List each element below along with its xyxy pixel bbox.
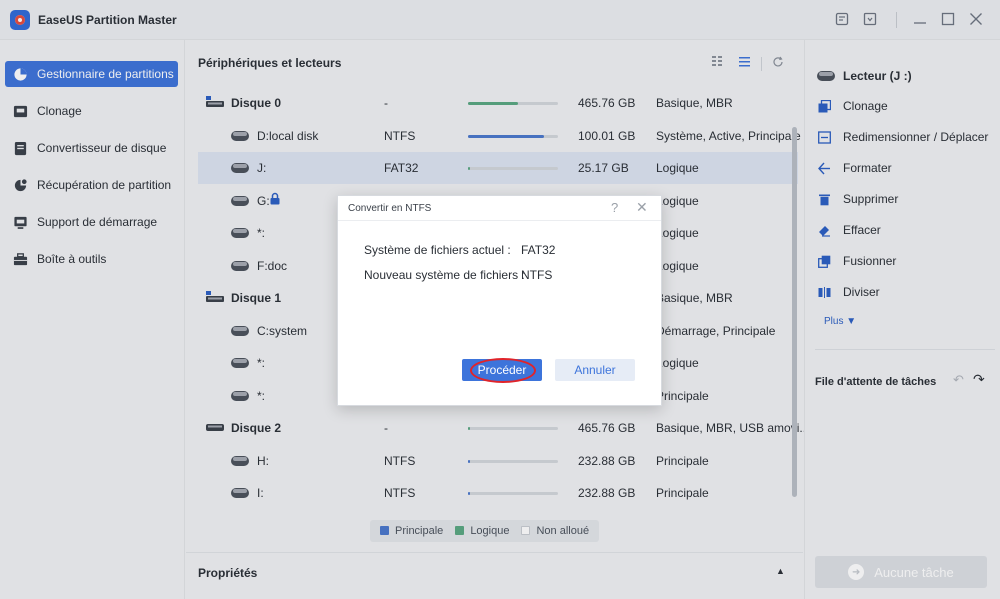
current-fs-value: FAT32 bbox=[521, 243, 556, 257]
dialog-header: Convertir en NTFS ? ✕ bbox=[338, 196, 661, 221]
current-fs-label: Système de fichiers actuel : bbox=[364, 243, 511, 257]
dialog-title: Convertir en NTFS bbox=[348, 203, 432, 214]
proceed-button[interactable]: Procéder bbox=[462, 359, 542, 381]
help-icon[interactable]: ? bbox=[611, 200, 618, 215]
cancel-button[interactable]: Annuler bbox=[555, 359, 635, 381]
convert-ntfs-dialog: Convertir en NTFS ? ✕ Système de fichier… bbox=[337, 195, 662, 406]
close-icon[interactable]: ✕ bbox=[636, 199, 648, 216]
new-fs-value: NTFS bbox=[521, 268, 553, 282]
new-fs-label: Nouveau système de fichiers : bbox=[364, 268, 525, 282]
